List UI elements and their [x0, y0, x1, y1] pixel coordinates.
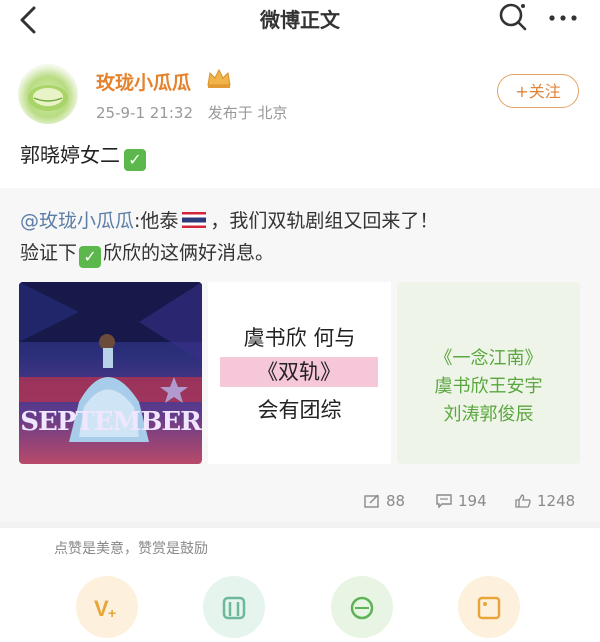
- badge-icon: [222, 596, 246, 620]
- reward-option-2[interactable]: [203, 576, 265, 638]
- post-time: 25-9-1 21:32: [96, 104, 193, 122]
- card1-line3: 会有团综: [257, 398, 342, 422]
- post-text: 郭晓婷女二 ✓: [20, 139, 146, 171]
- repost-text-b: ，我们双轨剧组又回来了！: [210, 210, 439, 232]
- repost-count[interactable]: 88: [364, 492, 405, 510]
- repost-line-1: @玫珑小瓜瓜:他泰 ，我们双轨剧组又回来了！: [20, 206, 438, 233]
- thumbs-up-icon: [515, 494, 531, 508]
- reward-option-3[interactable]: [331, 576, 393, 638]
- repost-text-d: 欣欣的这俩好消息。: [103, 242, 275, 264]
- photo-september[interactable]: SEPTEMBER: [19, 282, 202, 464]
- search-icon[interactable]: [496, 0, 530, 34]
- repost-count-value: 88: [386, 492, 406, 510]
- photo-text-card-2[interactable]: 《一念江南》 虞书欣王安宇 刘涛郭俊辰: [397, 282, 580, 464]
- comment-count[interactable]: 194: [436, 492, 487, 510]
- card2-line2: 虞书欣王安宇: [434, 376, 543, 397]
- repost-icon: [364, 494, 379, 508]
- reward-hint: 点赞是美意，赞赏是鼓励: [54, 541, 208, 557]
- card2-line1: 《一念江南》: [434, 348, 543, 369]
- comment-count-value: 194: [458, 492, 487, 510]
- top-bar: 微博正文: [0, 0, 600, 44]
- repost-text-a: :他泰: [134, 210, 179, 232]
- reward-option-1[interactable]: V +: [76, 576, 138, 638]
- reward-option-4[interactable]: [458, 576, 520, 638]
- repost-line-2: 验证下 ✓ 欣欣的这俩好消息。: [20, 238, 274, 268]
- section-divider: [0, 522, 600, 528]
- checkmark-emoji-icon: ✓: [124, 149, 146, 171]
- svg-text:V: V: [94, 596, 109, 621]
- checkmark-emoji-icon: ✓: [79, 246, 102, 268]
- card1-line2: 《双轨》: [220, 357, 378, 387]
- username[interactable]: 玫珑小瓜瓜: [96, 68, 191, 95]
- post-text-content: 郭晓婷女二: [20, 143, 120, 167]
- like-count-value: 1248: [537, 492, 576, 510]
- repost-text-c: 验证下: [20, 242, 78, 264]
- follow-button[interactable]: +关注: [497, 74, 579, 108]
- poster-title: SEPTEMBER: [20, 407, 202, 437]
- gift-icon: [350, 596, 374, 620]
- v-plus-icon: V +: [94, 596, 116, 621]
- like-count[interactable]: 1248: [515, 492, 575, 510]
- more-options-icon[interactable]: [546, 6, 580, 30]
- photo-text-card-1[interactable]: 虞书欣 何与 《双轨》 会有团综: [208, 282, 391, 464]
- image-download-icon: [477, 596, 501, 620]
- post-meta: 25-9-1 21:32 发布于 北京: [96, 102, 288, 123]
- avatar[interactable]: [18, 64, 78, 124]
- post-location: 发布于 北京: [207, 104, 288, 122]
- thailand-flag-icon: [182, 212, 207, 228]
- comment-icon: [436, 494, 452, 508]
- reposted-content[interactable]: @玫珑小瓜瓜:他泰 ，我们双轨剧组又回来了！ 验证下 ✓ 欣欣的这俩好消息。 SEPT…: [0, 188, 600, 522]
- card1-line1: 虞书欣 何与: [243, 326, 356, 350]
- card2-line3: 刘涛郭俊辰: [443, 404, 534, 425]
- svg-text:+: +: [108, 605, 116, 621]
- melon-avatar-icon: [28, 85, 68, 111]
- mention-link[interactable]: @玫珑小瓜瓜: [20, 210, 134, 232]
- crown-badge-icon: [207, 68, 231, 88]
